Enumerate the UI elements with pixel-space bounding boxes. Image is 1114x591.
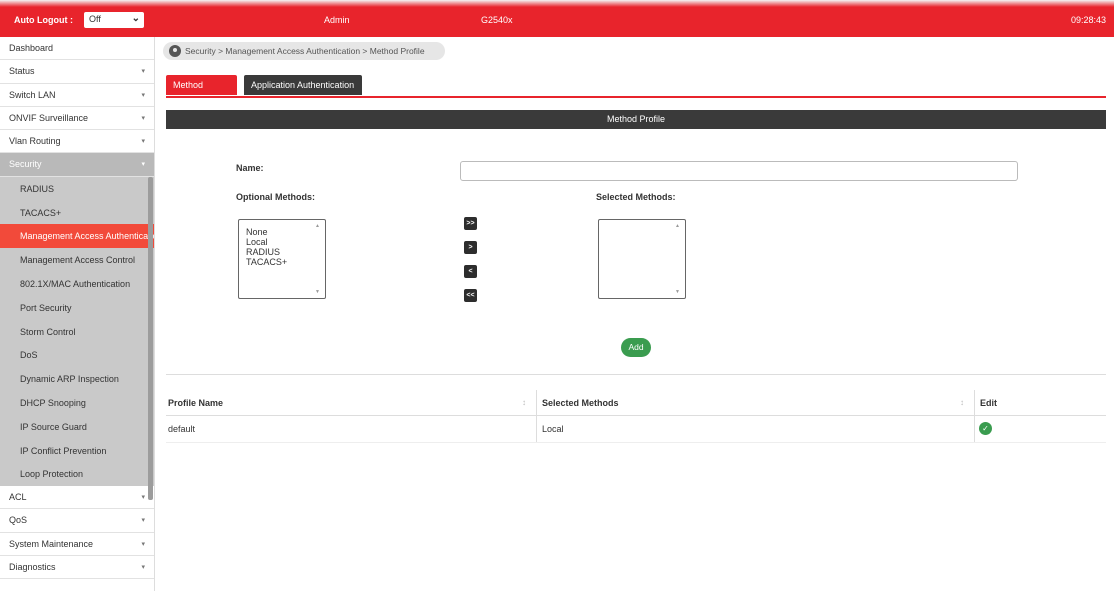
sidebar-item-status[interactable]: Status ▾ (0, 60, 154, 84)
tab-method-profile[interactable]: Method Profile (166, 75, 237, 110)
sidebar-item-label: Diagnostics (9, 562, 56, 573)
move-left-button[interactable]: < (464, 265, 477, 278)
sidebar-subitem-radius[interactable]: RADIUS (0, 177, 154, 201)
optional-methods-label: Optional Methods: (236, 192, 315, 202)
sidebar: Dashboard Status ▾ Switch LAN ▾ ONVIF Su… (0, 37, 155, 591)
chevron-down-icon: ▾ (141, 138, 145, 146)
listbox-scrollbar[interactable] (315, 223, 321, 295)
sidebar-item-label: Switch LAN (9, 89, 56, 100)
location-pin-icon (169, 45, 181, 57)
sort-icon[interactable]: ↕ (522, 398, 526, 407)
sidebar-item-switch-lan[interactable]: Switch LAN ▾ (0, 84, 154, 107)
sidebar-item-vlan-routing[interactable]: Vlan Routing ▾ (0, 130, 154, 154)
chevron-down-icon: ▾ (141, 114, 145, 122)
breadcrumb-text: Security > Management Access Authenticat… (185, 46, 425, 56)
sidebar-subitem-storm-control[interactable]: Storm Control (0, 320, 154, 344)
column-header-edit: Edit (980, 398, 997, 408)
column-header-profile-name[interactable]: Profile Name (168, 398, 223, 408)
chevron-down-icon: ▾ (141, 564, 145, 572)
sidebar-item-label: Dashboard (9, 43, 54, 53)
sidebar-subitem-8021x-mac-authentication[interactable]: 802.1X/MAC Authentication (0, 272, 154, 296)
top-bar: Auto Logout : Off ⌄ Admin G2540x 09:28:4… (0, 0, 1114, 37)
listbox-scrollbar[interactable] (675, 223, 681, 295)
move-all-left-button[interactable]: << (464, 289, 477, 302)
sidebar-item-system-maintenance[interactable]: System Maintenance ▾ (0, 533, 154, 557)
sidebar-item-label: Security (9, 159, 42, 170)
sidebar-subitem-dos[interactable]: DoS (0, 343, 154, 367)
submenu-scrollbar[interactable] (148, 176, 153, 500)
sidebar-item-label: QoS (9, 515, 28, 526)
cell-profile-name: default (168, 424, 196, 434)
name-label: Name: (236, 163, 264, 173)
chevron-down-icon: ▾ (141, 494, 145, 502)
add-button[interactable]: Add (621, 338, 651, 357)
sidebar-item-dashboard[interactable]: Dashboard (0, 37, 154, 61)
sidebar-item-qos[interactable]: QoS ▾ (0, 509, 154, 533)
sidebar-subitem-management-access-control[interactable]: Management Access Control (0, 248, 154, 272)
tab-underline (166, 96, 1106, 98)
chevron-down-icon: ⌄ (131, 13, 140, 24)
sidebar-item-label: Vlan Routing (9, 136, 61, 147)
list-item[interactable]: RADIUS (246, 247, 325, 257)
selected-methods-label: Selected Methods: (596, 192, 676, 202)
sidebar-subitem-port-security[interactable]: Port Security (0, 296, 154, 320)
auto-logout-value: Off (89, 14, 101, 24)
column-divider (974, 390, 975, 442)
sidebar-subitem-loop-protection[interactable]: Loop Protection (0, 462, 154, 486)
name-input[interactable] (460, 161, 1018, 181)
sidebar-subitem-dhcp-snooping[interactable]: DHCP Snooping (0, 391, 154, 415)
chevron-down-icon: ▾ (141, 517, 145, 525)
sidebar-item-label: ONVIF Surveillance (9, 112, 89, 123)
sidebar-subitem-ip-conflict-prevention[interactable]: IP Conflict Prevention (0, 439, 154, 463)
edit-check-icon[interactable]: ✓ (979, 422, 992, 435)
sidebar-subitem-ip-source-guard[interactable]: IP Source Guard (0, 415, 154, 439)
current-user: Admin (324, 15, 350, 25)
top-bar-shade (0, 0, 1114, 7)
divider (166, 374, 1106, 375)
optional-methods-list[interactable]: None Local RADIUS TACACS+ (238, 219, 326, 299)
sidebar-item-label: System Maintenance (9, 538, 94, 549)
list-item[interactable]: Local (246, 237, 325, 247)
cell-selected-methods: Local (542, 424, 564, 434)
column-header-selected-methods[interactable]: Selected Methods (542, 398, 619, 408)
chevron-down-icon: ▾ (141, 161, 145, 169)
column-divider (536, 390, 537, 442)
sidebar-item-acl[interactable]: ACL ▾ (0, 486, 154, 510)
sidebar-item-security[interactable]: Security ▾ (0, 153, 154, 177)
sort-icon[interactable]: ↕ (960, 398, 964, 407)
device-model: G2540x (481, 15, 513, 25)
chevron-down-icon: ▾ (141, 91, 145, 99)
auto-logout-label: Auto Logout : (14, 15, 73, 25)
sidebar-item-label: Status (9, 66, 35, 77)
sidebar-item-diagnostics[interactable]: Diagnostics ▾ (0, 556, 154, 580)
breadcrumb: Security > Management Access Authenticat… (163, 42, 445, 60)
row-divider (166, 442, 1106, 443)
auto-logout-select[interactable]: Off ⌄ (84, 12, 144, 28)
chevron-down-icon: ▾ (141, 68, 145, 76)
move-all-right-button[interactable]: >> (464, 217, 477, 230)
list-item[interactable]: TACACS+ (246, 257, 325, 267)
sidebar-item-label: ACL (9, 492, 27, 503)
selected-methods-list[interactable] (598, 219, 686, 299)
system-time: 09:28:43 (1070, 15, 1106, 25)
list-item[interactable]: None (246, 227, 325, 237)
tab-application-authentication[interactable]: Application Authentication (244, 75, 362, 95)
chevron-down-icon: ▾ (141, 540, 145, 548)
move-right-button[interactable]: > (464, 241, 477, 254)
table-header-divider (166, 415, 1106, 416)
sidebar-subitem-dynamic-arp-inspection[interactable]: Dynamic ARP Inspection (0, 367, 154, 391)
sidebar-subitem-management-access-authentication[interactable]: Management Access Authenticatio (0, 224, 154, 249)
sidebar-subitem-tacacs[interactable]: TACACS+ (0, 201, 154, 225)
sidebar-item-onvif-surveillance[interactable]: ONVIF Surveillance ▾ (0, 107, 154, 131)
section-title: Method Profile (166, 110, 1106, 129)
security-submenu: RADIUS TACACS+ Management Access Authent… (0, 176, 154, 500)
